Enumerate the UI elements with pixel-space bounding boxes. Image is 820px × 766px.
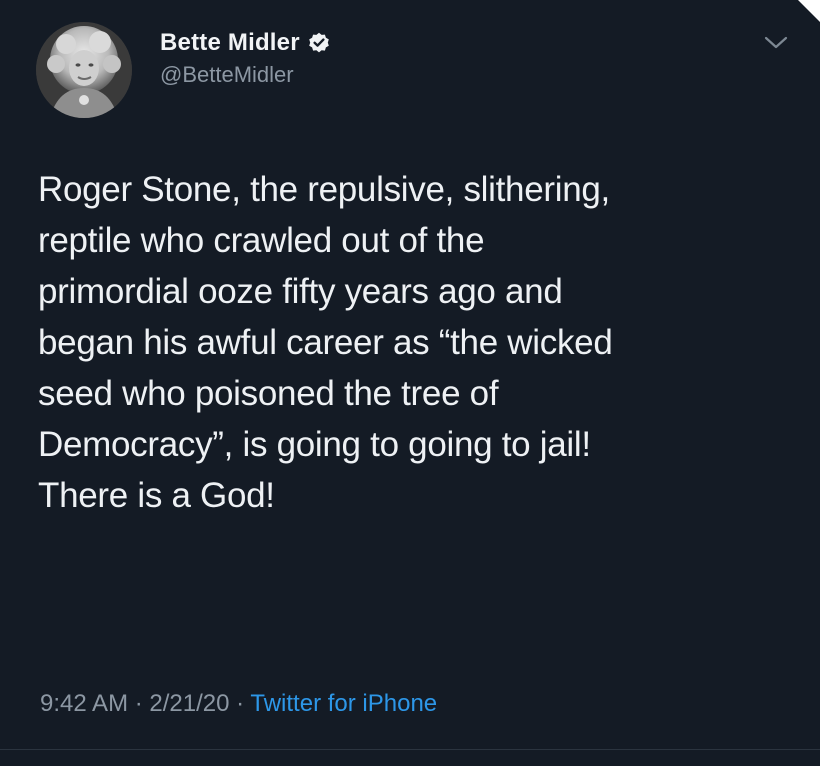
tweet-date[interactable]: 2/21/20 <box>149 690 229 717</box>
tweet-meta: 9:42 AM · 2/21/20 · Twitter for iPhone <box>40 690 437 718</box>
corner-cut <box>798 0 820 22</box>
divider <box>0 749 820 750</box>
meta-separator: · <box>134 690 143 717</box>
verified-badge-icon <box>308 32 330 54</box>
tweet-text: Roger Stone, the repulsive, slithering, … <box>38 170 613 515</box>
chevron-down-icon[interactable] <box>762 32 790 52</box>
user-handle[interactable]: @BetteMidler <box>160 62 330 88</box>
tweet-screen: Bette Midler @BetteMidler Roger Stone, t… <box>0 0 820 766</box>
name-row: Bette Midler <box>160 26 330 60</box>
tweet-source-link[interactable]: Twitter for iPhone <box>250 690 437 717</box>
avatar[interactable] <box>36 22 132 118</box>
user-info: Bette Midler @BetteMidler <box>160 26 330 88</box>
avatar-image <box>36 22 132 118</box>
meta-separator: · <box>236 690 245 717</box>
display-name[interactable]: Bette Midler <box>160 29 300 57</box>
tweet-time[interactable]: 9:42 AM <box>40 690 128 717</box>
